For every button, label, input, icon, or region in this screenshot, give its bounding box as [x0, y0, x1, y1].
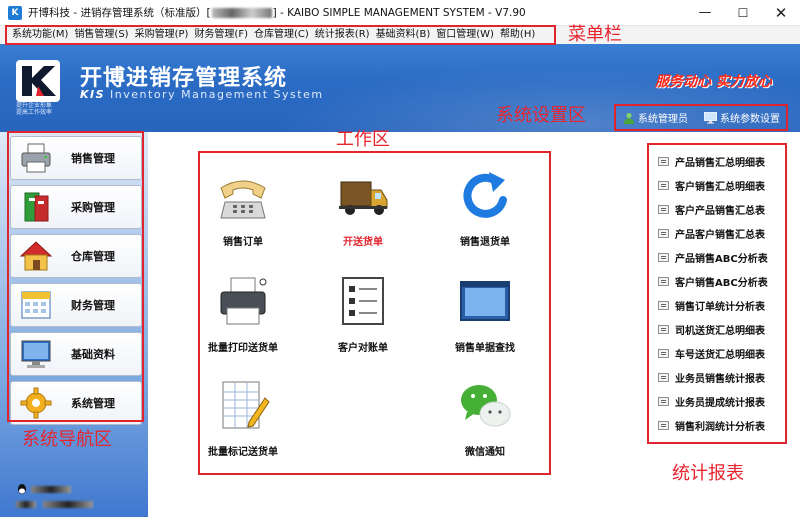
reports-annotation-box [647, 143, 787, 444]
menu-bar-annotation: 菜单栏 [568, 24, 622, 45]
title-bar: K 开博科技 - 进销存管理系统（标准版）[ ] - KAIBO SIMPLE M… [0, 0, 800, 26]
navigation-annotation: 系统导航区 [22, 429, 112, 450]
qq-icon [18, 484, 26, 494]
tagline: 服务动心 实力放心 [655, 74, 772, 90]
app-icon: K [8, 6, 22, 20]
navigation-annotation-box [7, 131, 144, 422]
slogan: 提升企业形象 提高工作效率 [16, 102, 53, 116]
system-settings-annotation-box [614, 104, 788, 131]
redacted-text [42, 501, 93, 508]
close-button[interactable]: ✕ [762, 0, 800, 26]
system-settings-annotation: 系统设置区 [496, 105, 586, 126]
redacted-text [16, 501, 36, 508]
window-title: 开博科技 - 进销存管理系统（标准版）[ ] - KAIBO SIMPLE MAN… [28, 0, 526, 26]
reports-annotation: 统计报表 [672, 463, 744, 484]
redacted-text [30, 486, 71, 493]
workspace-annotation-box [198, 151, 551, 475]
user-info [16, 484, 71, 495]
menu-bar-annotation-box [5, 25, 556, 45]
maximize-button[interactable]: ☐ [724, 0, 762, 26]
redacted-text [211, 8, 272, 18]
workspace-annotation: 工作区 [336, 129, 390, 150]
window-title-prefix: 开博科技 - 进销存管理系统（标准版）[ [28, 7, 211, 19]
window-title-suffix: ] - KAIBO SIMPLE MANAGEMENT SYSTEM - V7.… [272, 7, 526, 19]
minimize-button[interactable]: — [686, 0, 724, 26]
kis-logo [16, 60, 60, 102]
app-subtitle: KIS Inventory Management System [80, 88, 324, 101]
contact-info [16, 500, 93, 509]
